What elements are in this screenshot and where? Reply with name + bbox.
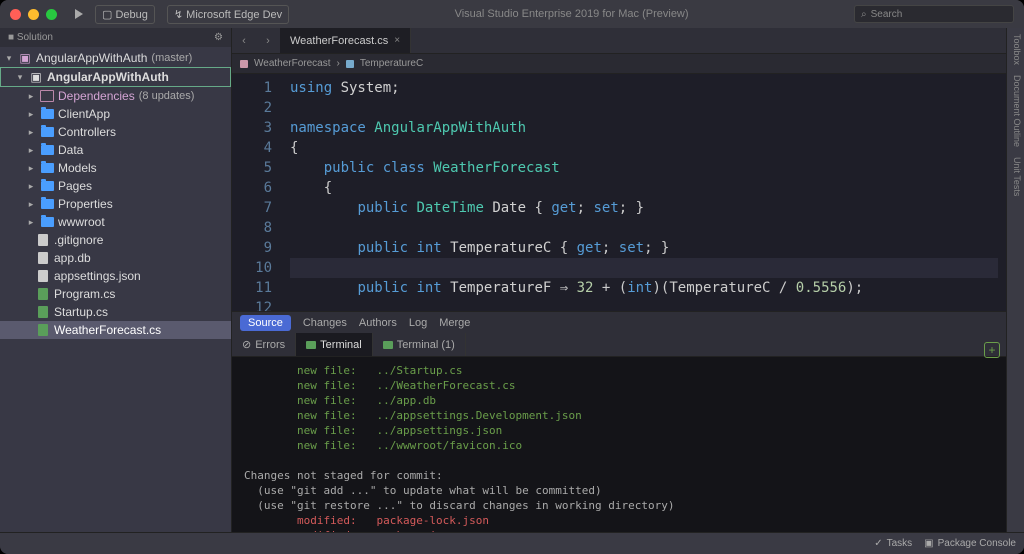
- config-browser[interactable]: ↯ Microsoft Edge Dev: [167, 5, 289, 24]
- folder-node[interactable]: ▸Models: [0, 159, 231, 177]
- search-input[interactable]: ⌕Search: [854, 5, 1014, 23]
- source-tab-log[interactable]: Log: [409, 317, 427, 329]
- rail-tab[interactable]: Document Outline: [1009, 75, 1022, 147]
- folder-node[interactable]: ▸Pages: [0, 177, 231, 195]
- main-area: ‹ › WeatherForecast.cs× WeatherForecast …: [232, 28, 1006, 532]
- file-node[interactable]: Program.cs: [0, 285, 231, 303]
- titlebar: ▢ Debug ↯ Microsoft Edge Dev Visual Stud…: [0, 0, 1024, 28]
- dependencies-node[interactable]: ▸ Dependencies (8 updates): [0, 87, 231, 105]
- config-debug[interactable]: ▢ Debug: [95, 5, 155, 24]
- app-window: ▢ Debug ↯ Microsoft Edge Dev Visual Stud…: [0, 0, 1024, 554]
- status-bar: ✓ Tasks ▣ Package Console: [0, 532, 1024, 554]
- terminal[interactable]: new file: ../Startup.cs new file: ../Wea…: [232, 357, 1006, 532]
- file-node[interactable]: app.db: [0, 249, 231, 267]
- folder-node[interactable]: ▸Controllers: [0, 123, 231, 141]
- app-title: Visual Studio Enterprise 2019 for Mac (P…: [297, 8, 846, 20]
- body: ■ Solution ⚙ ▾▣ AngularAppWithAuth (mast…: [0, 28, 1024, 532]
- source-tab-merge[interactable]: Merge: [439, 317, 470, 329]
- rail-tab[interactable]: Unit Tests: [1009, 157, 1022, 196]
- line-gutter: 123456789101112: [232, 74, 282, 311]
- minimize-icon[interactable]: [28, 9, 39, 20]
- folder-node[interactable]: ▸Data: [0, 141, 231, 159]
- breadcrumb[interactable]: WeatherForecast › TemperatureC: [232, 54, 1006, 74]
- window-controls: [10, 9, 57, 20]
- solution-explorer: ■ Solution ⚙ ▾▣ AngularAppWithAuth (mast…: [0, 28, 232, 532]
- editor-tabs: ‹ › WeatherForecast.cs×: [232, 28, 1006, 54]
- right-rail: Toolbox Document Outline Unit Tests: [1006, 28, 1024, 532]
- file-node[interactable]: .gitignore: [0, 231, 231, 249]
- tab-weatherforecast[interactable]: WeatherForecast.cs×: [280, 28, 411, 53]
- panel-tab[interactable]: Terminal (1): [373, 333, 466, 356]
- close-icon[interactable]: ×: [394, 35, 400, 46]
- search-icon: ⌕: [861, 9, 867, 20]
- solution-node[interactable]: ▾▣ AngularAppWithAuth (master): [0, 49, 231, 67]
- file-node[interactable]: appsettings.json: [0, 267, 231, 285]
- add-terminal-button[interactable]: +: [984, 342, 1000, 358]
- folder-node[interactable]: ▸wwwroot: [0, 213, 231, 231]
- source-control-tabs: Source Changes Authors Log Merge: [232, 311, 1006, 333]
- tab-prev[interactable]: ‹: [232, 28, 256, 53]
- class-icon: [240, 60, 248, 68]
- close-icon[interactable]: [10, 9, 21, 20]
- solution-tree: ▾▣ AngularAppWithAuth (master) ▾▣ Angula…: [0, 47, 231, 532]
- folder-node[interactable]: ▸ClientApp: [0, 105, 231, 123]
- source-tab-authors[interactable]: Authors: [359, 317, 397, 329]
- maximize-icon[interactable]: [46, 9, 57, 20]
- source-tab-source[interactable]: Source: [240, 315, 291, 331]
- project-node[interactable]: ▾▣ AngularAppWithAuth: [0, 67, 231, 87]
- folder-node[interactable]: ▸Properties: [0, 195, 231, 213]
- file-node[interactable]: Startup.cs: [0, 303, 231, 321]
- code-content[interactable]: using System; namespace AngularAppWithAu…: [282, 74, 1006, 311]
- panel-tab[interactable]: Terminal: [296, 333, 373, 356]
- rail-tab[interactable]: Toolbox: [1009, 34, 1022, 65]
- tab-next[interactable]: ›: [256, 28, 280, 53]
- solution-header: ■ Solution ⚙: [0, 28, 231, 47]
- run-button[interactable]: [75, 9, 83, 19]
- source-tab-changes[interactable]: Changes: [303, 317, 347, 329]
- panel-tabs: ⊘ ErrorsTerminalTerminal (1): [232, 333, 1006, 357]
- property-icon: [346, 60, 354, 68]
- code-editor[interactable]: 123456789101112 using System; namespace …: [232, 74, 1006, 311]
- file-node[interactable]: WeatherForecast.cs: [0, 321, 231, 339]
- panel-tab[interactable]: ⊘ Errors: [232, 333, 296, 356]
- package-console-button[interactable]: ▣ Package Console: [924, 538, 1016, 549]
- tasks-button[interactable]: ✓ Tasks: [874, 538, 912, 549]
- gear-icon[interactable]: ⚙: [214, 32, 223, 43]
